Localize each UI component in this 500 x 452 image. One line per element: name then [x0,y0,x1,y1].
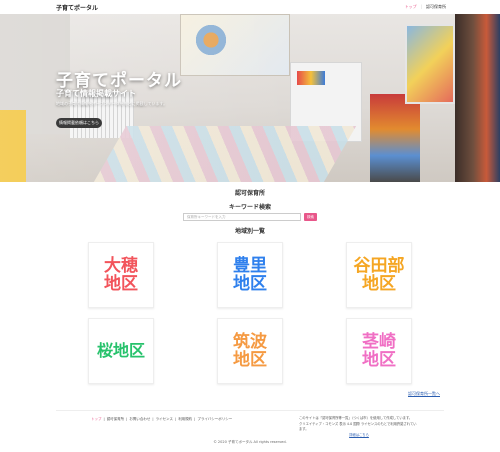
footer-link-top[interactable]: トップ [91,417,102,422]
footer-info-line: このサイトは「認可保育所等一覧」（つくば市）を使用して作成しています。 [299,416,413,420]
footer-link-nursery[interactable]: 認可保育所 [107,417,125,422]
hero-photo-easel [405,24,455,104]
region-label: 筑波 地区 [233,332,267,370]
region-list-title: 地域別一覧 [234,228,265,235]
region-card-toyosato[interactable]: 豊里 地区 [217,242,283,308]
footer-separator: | [103,417,105,421]
footer-separator: | [175,417,177,421]
nav-item-top[interactable]: トップ [405,4,417,10]
footer-link-privacy[interactable]: プライバシーポリシー [197,417,232,422]
hero-photo-clothes [455,14,500,182]
hero-subtitle: 子育て情報掲載サイト [56,89,136,98]
region-card-oho[interactable]: 大穂 地区 [88,242,154,308]
footer-divider [56,410,444,411]
nav-item-nursery[interactable]: 認可保育所 [426,4,446,10]
footer-info-line: クリエイティブ・コモンズ 表示 4.0 国際 ライセンスのもとで利用許諾されてい… [299,421,417,432]
hero-description: 地域の子育て情報をオープンデータをもとに掲載しています。 [56,101,168,106]
nav-separator: | [420,4,422,9]
footer-info: このサイトは「認可保育所等一覧」（つくば市）を使用して作成しています。 クリエイ… [299,416,419,438]
hero-banner: 子育てポータル 子育て情報掲載サイト 地域の子育て情報をオープンデータをもとに掲… [0,14,500,182]
top-nav: トップ | 認可保育所 [405,4,446,10]
footer-link-license[interactable]: ライセンス [156,417,173,422]
region-label: 谷田部 地区 [353,256,405,294]
section-title: 認可保育所 [234,190,265,197]
request-listing-button[interactable]: 情報掲載依頼はこちら [56,118,102,128]
search-input[interactable]: 保育所キーワードを入力 [183,213,301,221]
region-label: 茎崎 地区 [362,332,396,370]
region-label: 大穂 地区 [104,256,138,294]
footer-separator: | [152,417,154,421]
search-button[interactable]: 検索 [304,213,317,221]
region-card-yatabe[interactable]: 谷田部 地区 [346,242,412,308]
region-label: 桜地区 [96,341,145,360]
site-header: 子育てポータル トップ | 認可保育所 [0,0,500,14]
footer-separator: | [126,417,128,421]
site-logo[interactable]: 子育てポータル [56,3,98,12]
region-card-sakura[interactable]: 桜地区 [88,318,154,384]
copyright: © 2020 子育てポータル All rights reserved. [213,440,287,444]
keyword-search-title: キーワード検索 [228,204,271,211]
footer-separator: | [194,417,196,421]
footer-link-terms[interactable]: 利用規約 [178,417,192,422]
hero-photo-toys [370,94,420,182]
region-label: 豊里 地区 [233,256,267,294]
region-card-tsukuba[interactable]: 筑波 地区 [217,318,283,384]
footer-nav: トップ | 認可保育所 | お問い合わせ | ライセンス | 利用規約 | プラ… [91,417,232,422]
hero-overlay [0,14,300,182]
nursery-list-link[interactable]: 認可保育所一覧へ [408,391,440,397]
footer-detail-link[interactable]: 詳細はこちら [349,433,369,437]
footer-link-contact[interactable]: お問い合わせ [129,417,150,422]
region-card-kukizaki[interactable]: 茎崎 地区 [346,318,412,384]
